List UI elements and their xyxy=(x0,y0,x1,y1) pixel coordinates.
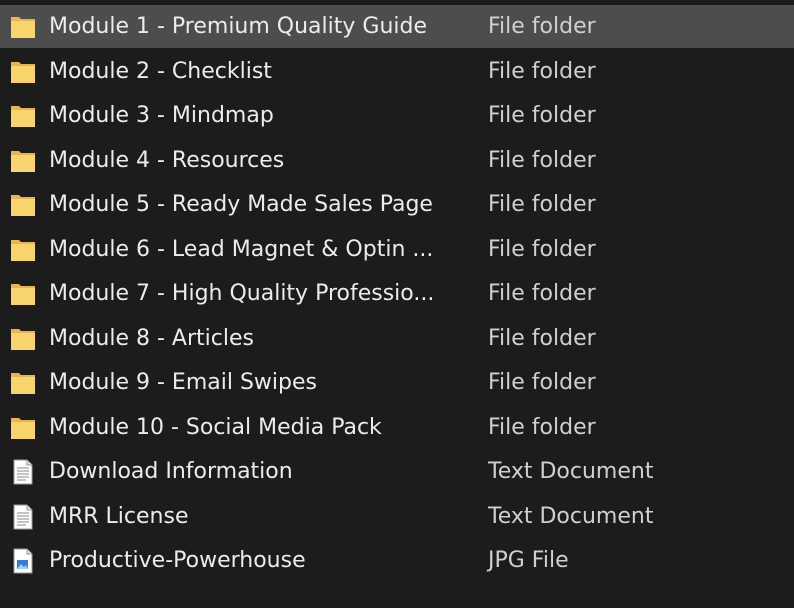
file-name: Module 4 - Resources xyxy=(49,147,285,173)
file-name: Module 5 - Ready Made Sales Page xyxy=(49,192,433,217)
file-name: Module 3 - Mindmap xyxy=(49,103,274,128)
file-type: File folder xyxy=(488,58,596,84)
file-type: File folder xyxy=(488,414,596,440)
file-type: File folder xyxy=(488,370,596,395)
file-row[interactable]: Module 5 - Ready Made Sales Page File fo… xyxy=(0,183,794,228)
file-name: Module 2 - Checklist xyxy=(49,58,272,84)
file-row[interactable]: Module 3 - Mindmap File folder xyxy=(0,94,794,139)
image-file-icon xyxy=(9,547,37,575)
file-row[interactable]: Module 10 - Social Media Pack File folde… xyxy=(0,406,794,451)
file-type: File folder xyxy=(488,236,596,262)
file-row[interactable]: Module 1 - Premium Quality Guide File fo… xyxy=(0,5,794,48)
file-row[interactable]: Productive-Powerhouse JPG File xyxy=(0,539,794,584)
file-name: Module 6 - Lead Magnet & Optin ... xyxy=(49,236,434,262)
file-row[interactable]: Module 4 - Resources File folder xyxy=(0,139,794,184)
file-row[interactable]: Module 9 - Email Swipes File folder xyxy=(0,361,794,406)
file-row[interactable]: Module 7 - High Quality Professio... Fil… xyxy=(0,272,794,317)
folder-icon xyxy=(9,191,37,219)
file-list: Module 1 - Premium Quality Guide File fo… xyxy=(0,5,794,584)
folder-icon xyxy=(9,280,37,308)
file-type: File folder xyxy=(488,103,596,128)
folder-icon xyxy=(9,147,37,175)
file-name: Module 1 - Premium Quality Guide xyxy=(49,14,428,39)
folder-icon xyxy=(9,236,37,264)
file-name: Download Information xyxy=(49,459,293,484)
file-type: File folder xyxy=(488,192,596,217)
file-row[interactable]: Module 6 - Lead Magnet & Optin ... File … xyxy=(0,228,794,273)
file-type: Text Document xyxy=(488,459,654,484)
file-type: JPG File xyxy=(488,548,569,573)
folder-icon xyxy=(9,325,37,353)
folder-icon xyxy=(9,13,37,41)
file-name: Module 7 - High Quality Professio... xyxy=(49,281,435,306)
folder-icon xyxy=(9,102,37,130)
file-name: MRR License xyxy=(49,503,189,529)
text-document-icon xyxy=(9,503,37,531)
file-list-pane: Module 1 - Premium Quality Guide File fo… xyxy=(0,0,794,608)
folder-icon xyxy=(9,369,37,397)
file-row[interactable]: MRR License Text Document xyxy=(0,495,794,540)
file-row[interactable]: Module 2 - Checklist File folder xyxy=(0,50,794,95)
file-name: Module 8 - Articles xyxy=(49,325,254,351)
file-type: File folder xyxy=(488,147,596,173)
file-row[interactable]: Module 8 - Articles File folder xyxy=(0,317,794,362)
folder-icon xyxy=(9,58,37,86)
file-type: Text Document xyxy=(488,503,654,529)
file-name: Module 10 - Social Media Pack xyxy=(49,414,382,440)
file-type: File folder xyxy=(488,14,596,39)
text-document-icon xyxy=(9,458,37,486)
file-row[interactable]: Download Information Text Document xyxy=(0,450,794,495)
file-name: Module 9 - Email Swipes xyxy=(49,370,317,395)
file-type: File folder xyxy=(488,281,596,306)
folder-icon xyxy=(9,414,37,442)
file-type: File folder xyxy=(488,325,596,351)
file-name: Productive-Powerhouse xyxy=(49,548,306,573)
